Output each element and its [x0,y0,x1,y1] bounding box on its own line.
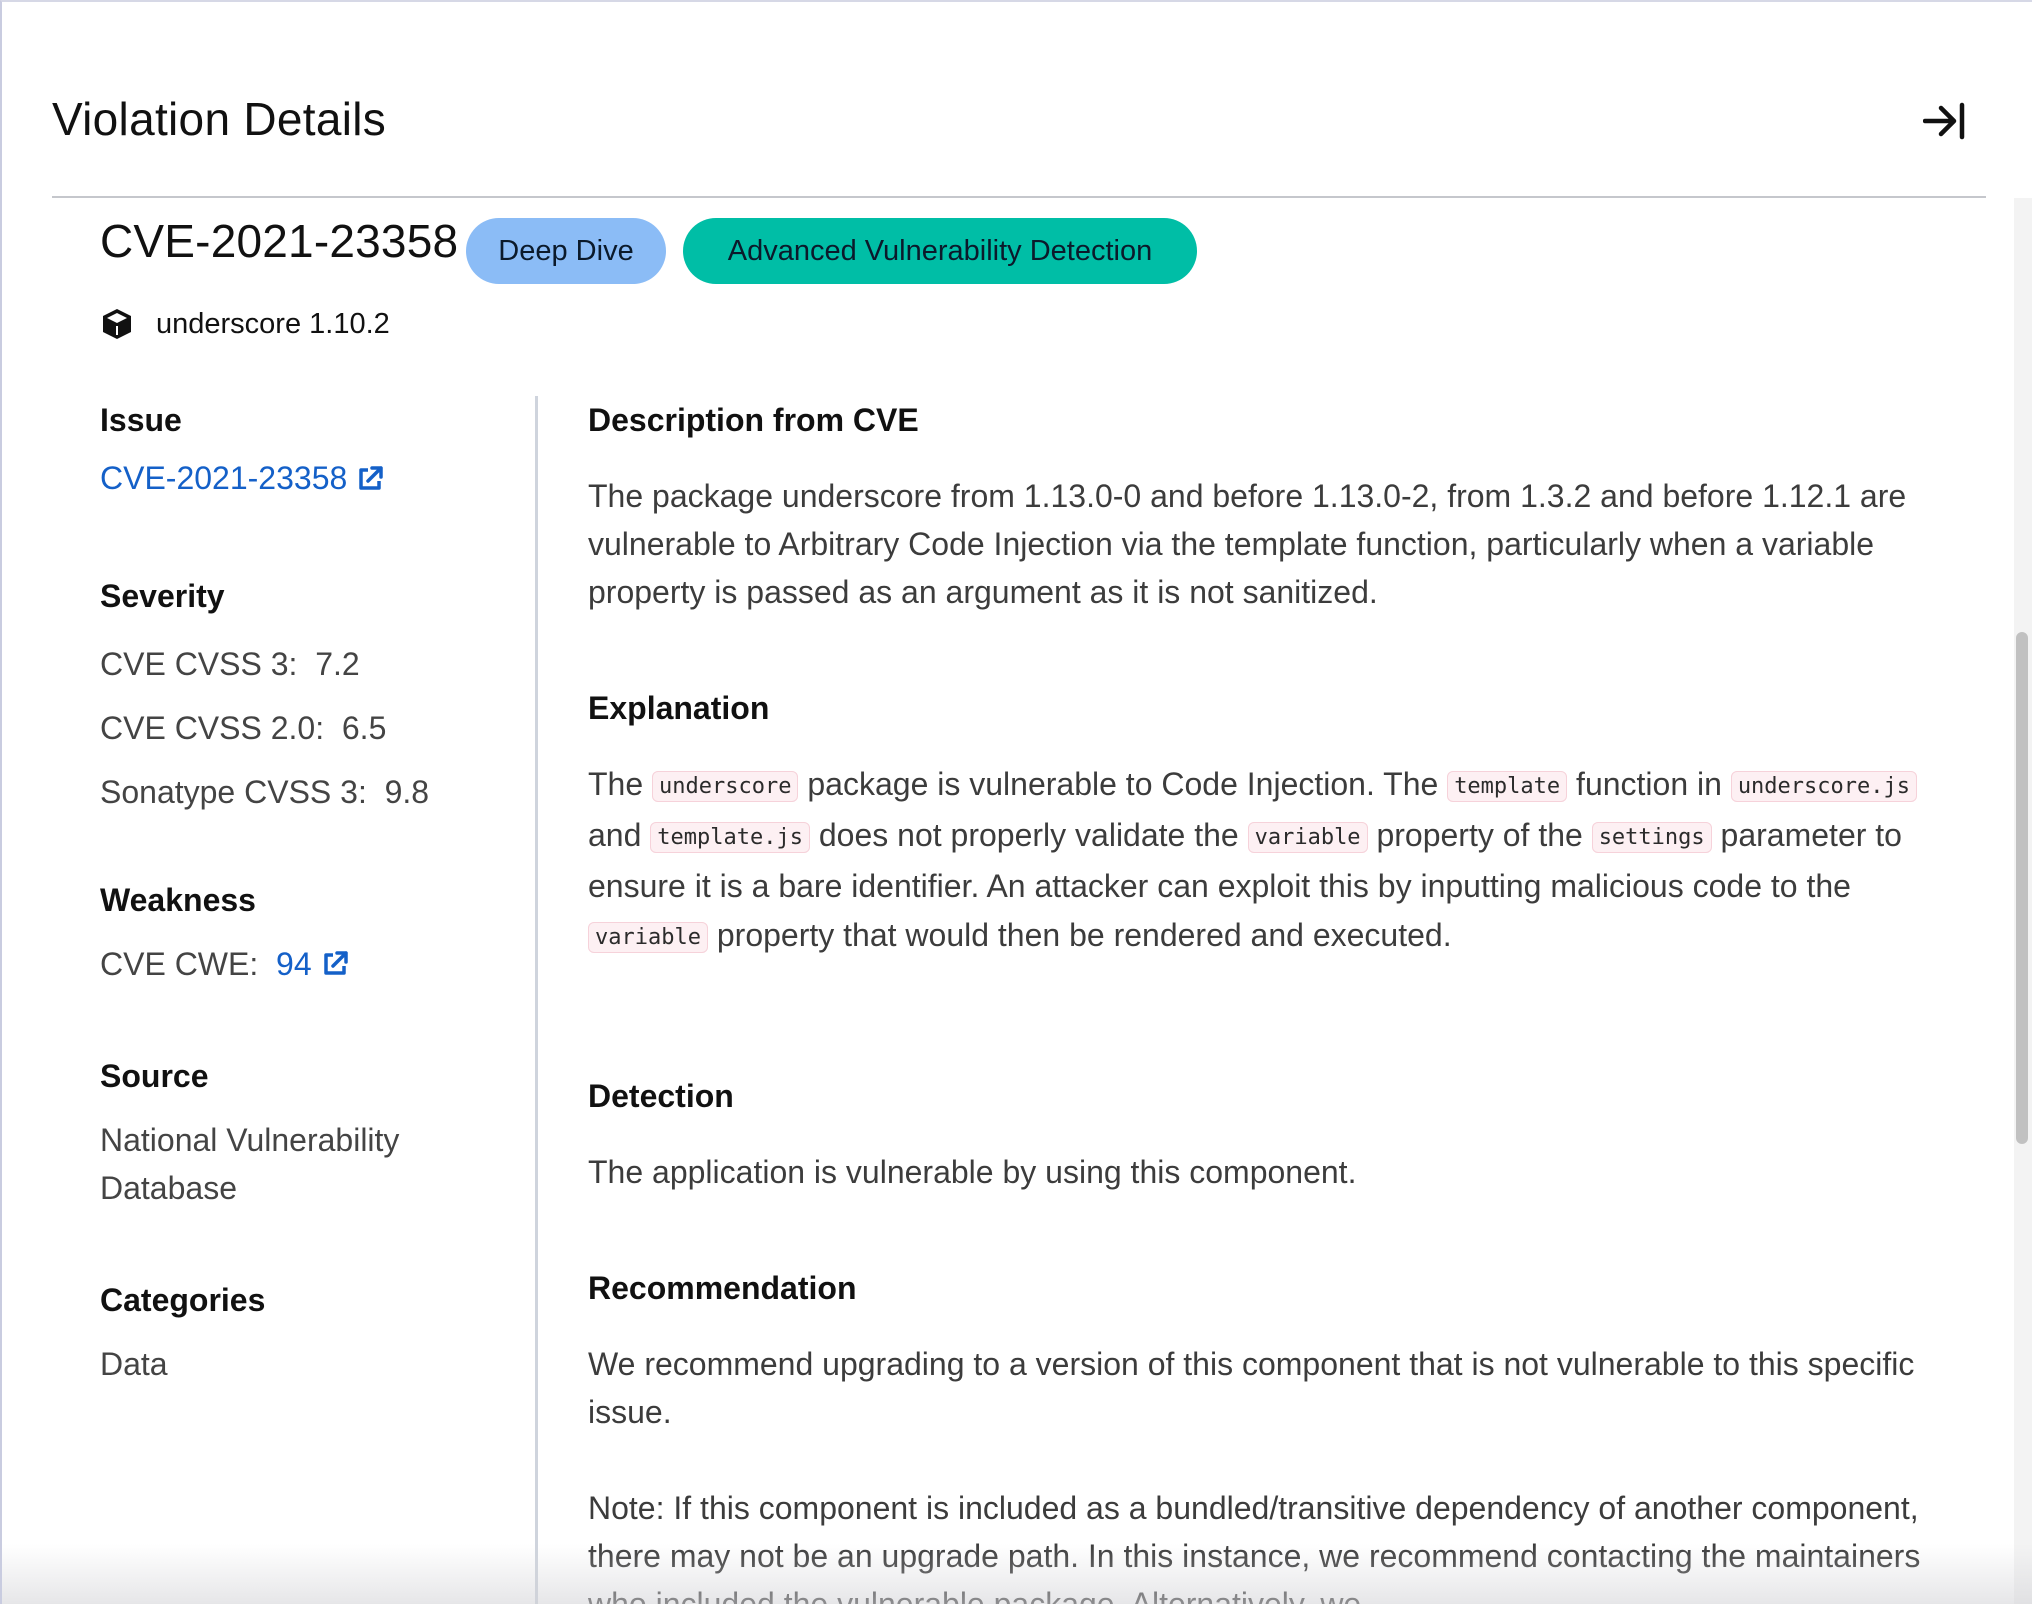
severity-section: Severity CVE CVSS 3: 7.2 CVE CVSS 2.0: 6… [100,574,429,824]
detection-text: The application is vulnerable by using t… [588,1154,1357,1190]
arrow-to-right-icon [1923,102,1965,140]
severity-row: CVE CVSS 3: 7.2 [100,632,429,696]
severity-label: Sonatype CVSS 3: [100,774,367,810]
explanation-segment: property of the [1367,817,1592,853]
explanation-heading: Explanation [588,690,770,726]
package-name: underscore 1.10.2 [156,307,390,340]
categories-section: Categories Data [100,1278,265,1388]
cwe-link-text: 94 [276,946,312,982]
external-link-icon [323,951,348,975]
recommendation-heading: Recommendation [588,1270,857,1306]
severity-label: CVE CVSS 2.0: [100,710,325,746]
explanation-segment: function in [1567,766,1731,802]
weakness-section: Weakness CVE CWE: 94 [100,878,350,988]
severity-row: Sonatype CVSS 3: 9.8 [100,760,429,824]
external-link-icon [359,465,384,490]
severity-value: 9.8 [384,774,430,810]
package-info: underscore 1.10.2 [100,304,390,344]
issue-section: Issue CVE-2021-23358 [100,398,385,497]
panel-header: Violation Details [52,12,1986,198]
severity-value: 7.2 [315,646,360,682]
column-divider [535,396,538,1604]
inline-code: settings [1591,822,1712,853]
severity-value: 6.5 [341,710,387,746]
source-heading: Source [100,1058,209,1094]
severity-label: CVE CVSS 3: [100,646,298,682]
explanation-segment: property that would then be rendered and… [707,917,1452,953]
inline-code: variable [1247,822,1368,853]
description-section: Description from CVE The package undersc… [588,398,1928,616]
recommendation-section: Recommendation We recommend upgrading to… [588,1266,1928,1604]
explanation-segment: The [588,766,653,802]
issue-link-text: CVE-2021-23358 [100,460,348,496]
detection-section: Detection The application is vulnerable … [588,1074,1928,1196]
cve-title: CVE-2021-23358 [100,215,459,267]
inline-code: underscore.js [1730,771,1917,802]
panel-title: Violation Details [52,93,387,145]
categories-heading: Categories [100,1282,266,1318]
severity-row: CVE CVSS 2.0: 6.5 [100,696,429,760]
explanation-segment: and [588,817,651,853]
avd-badge: Advanced Vulnerability Detection [683,218,1197,284]
inline-code: underscore [652,771,799,802]
issue-heading: Issue [100,402,182,438]
collapse-panel-button[interactable] [1916,92,1974,150]
cwe-link[interactable]: 94 [276,940,350,988]
source-value: National Vulnerability Database [100,1122,400,1206]
categories-value: Data [100,1346,168,1382]
cwe-label: CVE CWE: [100,946,259,982]
inline-code: template [1447,771,1568,802]
violation-details-panel: Violation Details CVE-2021-23358 Deep Di… [0,0,2032,1604]
cube-icon [103,309,131,339]
recommendation-text: We recommend upgrading to a version of t… [588,1346,1915,1430]
source-section: Source National Vulnerability Database [100,1054,440,1212]
deep-dive-badge: Deep Dive [466,218,666,284]
explanation-segment: does not properly validate the [809,817,1248,853]
recommendation-note: Note: If this component is included as a… [588,1490,1921,1604]
issue-link[interactable]: CVE-2021-23358 [100,460,385,497]
description-text: The package underscore from 1.13.0-0 and… [588,478,1907,610]
detection-heading: Detection [588,1078,734,1114]
explanation-section: Explanation The underscore package is vu… [588,686,1928,962]
description-heading: Description from CVE [588,402,919,438]
explanation-segment: package is vulnerable to Code Injection.… [798,766,1448,802]
explanation-text: The underscore package is vulnerable to … [588,760,1928,962]
inline-code: variable [588,922,708,953]
weakness-heading: Weakness [100,882,256,918]
weakness-row: CVE CWE: 94 [100,940,350,988]
scrollbar-thumb[interactable] [2016,632,2028,1144]
severity-heading: Severity [100,578,225,614]
inline-code: template.js [650,822,810,853]
